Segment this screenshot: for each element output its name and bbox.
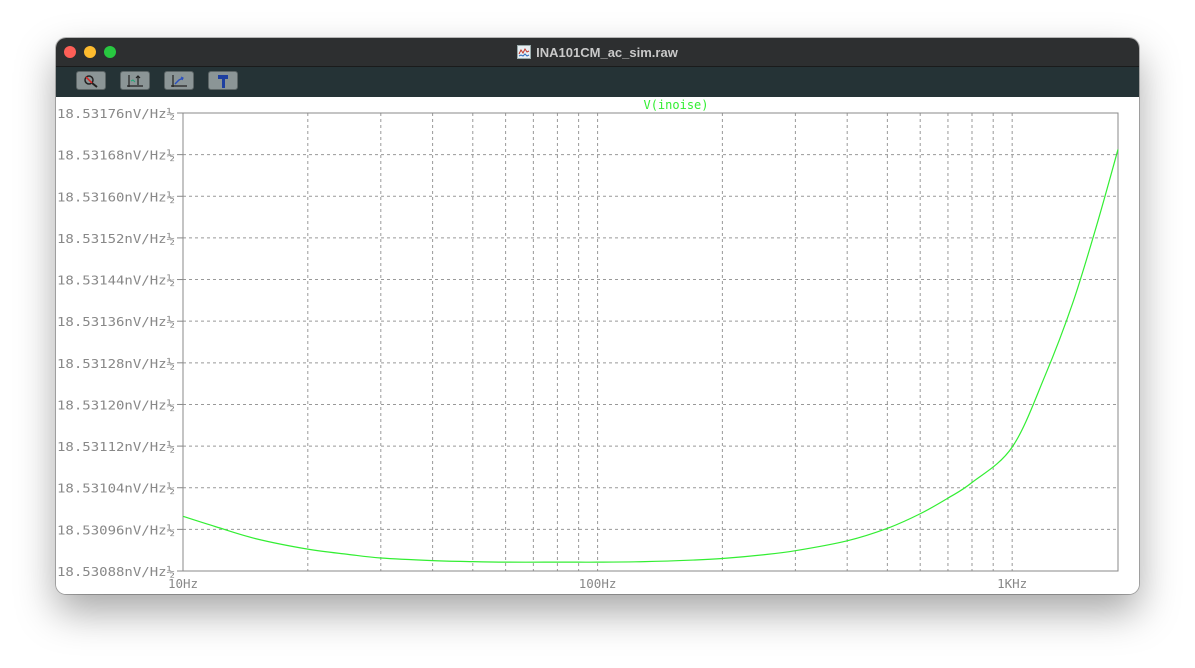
- trace-label[interactable]: V(inoise): [643, 98, 708, 112]
- toolbar: [56, 67, 1139, 97]
- x-tick-label: 100Hz: [579, 576, 617, 591]
- y-tick-label: 18.53120nV/Hz½: [57, 397, 175, 412]
- y-tick-label: 18.53152nV/Hz½: [57, 231, 175, 246]
- waveform-plot[interactable]: 18.53176nV/Hz½ 18.53168nV/Hz½ 18.53160nV/H…: [56, 97, 1139, 594]
- y-tick-label: 18.53136nV/Hz½: [57, 314, 175, 329]
- y-tick-label: 18.53088nV/Hz½: [57, 564, 175, 579]
- y-tick-label: 18.53128nV/Hz½: [57, 356, 175, 371]
- y-tick-label: 18.53104nV/Hz½: [57, 481, 175, 496]
- y-tick-label: 18.53112nV/Hz½: [57, 439, 175, 454]
- x-tick-label: 1KHz: [997, 576, 1027, 591]
- plot-frame: [182, 112, 1119, 572]
- waveform-document-icon: [517, 45, 532, 59]
- window-title: INA101CM_ac_sim.raw: [536, 44, 678, 60]
- pan-icon[interactable]: [164, 71, 194, 90]
- y-tick-label: 18.53168nV/Hz½: [57, 148, 175, 163]
- y-tick-label: 18.53176nV/Hz½: [57, 106, 175, 121]
- autorange-icon[interactable]: [120, 71, 150, 90]
- y-tick-label: 18.53096nV/Hz½: [57, 522, 175, 537]
- y-tick-label: 18.53144nV/Hz½: [57, 273, 175, 288]
- x-tick-label: 10Hz: [168, 576, 198, 591]
- y-tick-label: 18.53160nV/Hz½: [57, 189, 175, 204]
- title-bar: INA101CM_ac_sim.raw: [56, 38, 1139, 67]
- zoom-icon[interactable]: [76, 71, 106, 90]
- trace-v-inoise[interactable]: [182, 149, 1119, 563]
- plot-window: INA101CM_ac_sim.raw 18.53176nV/Hz½ 18.53…: [56, 38, 1139, 594]
- hammer-icon[interactable]: [208, 71, 238, 90]
- plot-area[interactable]: 18.53176nV/Hz½ 18.53168nV/Hz½ 18.53160nV/H…: [56, 97, 1139, 594]
